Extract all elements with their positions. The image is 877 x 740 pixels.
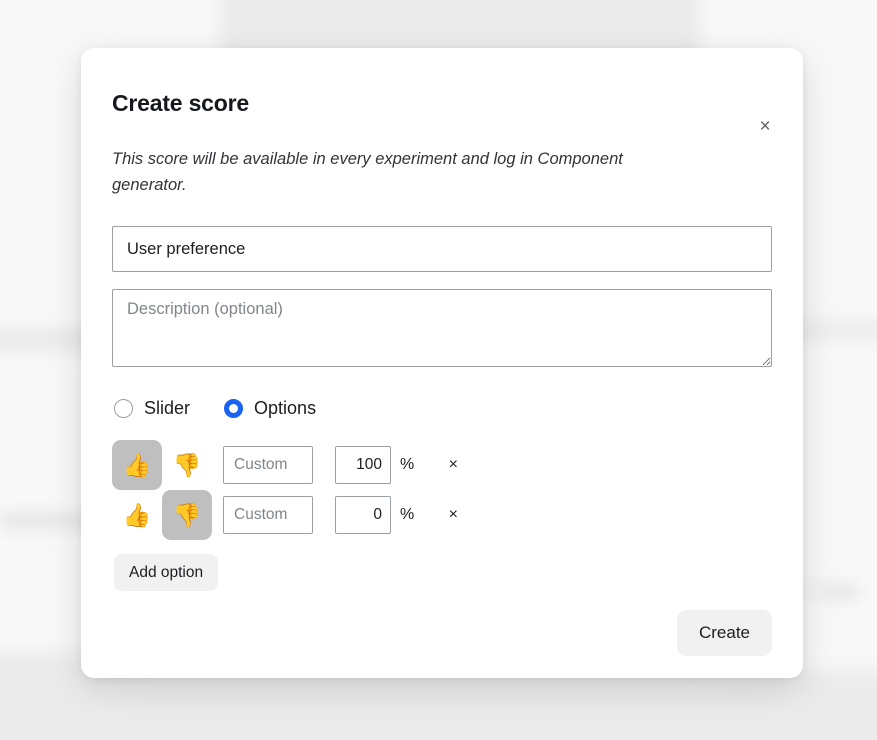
- dialog-footer: Create: [112, 610, 772, 656]
- dialog-description: This score will be available in every ex…: [112, 147, 702, 198]
- score-type-radio-group: Slider Options: [112, 398, 772, 419]
- radio-option-options[interactable]: Options: [224, 398, 316, 419]
- percent-label: %: [400, 456, 414, 474]
- thumbs-down-icon-button[interactable]: 👎: [162, 440, 212, 490]
- option-row: 👍 👎 % ×: [112, 490, 772, 540]
- radio-label-options: Options: [254, 398, 316, 419]
- option-value-input[interactable]: [335, 446, 391, 484]
- remove-option-icon[interactable]: ×: [442, 454, 464, 476]
- radio-option-slider[interactable]: Slider: [114, 398, 190, 419]
- add-option-button[interactable]: Add option: [114, 554, 218, 591]
- thumbs-down-icon-button[interactable]: 👎: [162, 490, 212, 540]
- score-description-input[interactable]: [112, 289, 772, 367]
- option-value-input[interactable]: [335, 496, 391, 534]
- create-button[interactable]: Create: [677, 610, 772, 656]
- page-title: Create score: [112, 78, 772, 117]
- backdrop-bar: [140, 690, 780, 700]
- thumbs-up-icon-button[interactable]: 👍: [112, 440, 162, 490]
- radio-icon-slider: [114, 399, 133, 418]
- create-score-dialog: Create score × This score will be availa…: [81, 48, 803, 678]
- custom-label-input[interactable]: [223, 496, 313, 534]
- score-name-input[interactable]: [112, 226, 772, 272]
- remove-option-icon[interactable]: ×: [442, 504, 464, 526]
- thumbs-up-icon-button[interactable]: 👍: [112, 490, 162, 540]
- close-icon[interactable]: ×: [751, 112, 779, 140]
- option-row: 👍 👎 % ×: [112, 440, 772, 490]
- percent-label: %: [400, 506, 414, 524]
- radio-icon-options: [224, 399, 243, 418]
- options-list: 👍 👎 % × 👍 👎 % ×: [112, 440, 772, 540]
- backdrop-bar: [820, 585, 860, 599]
- radio-label-slider: Slider: [144, 398, 190, 419]
- custom-label-input[interactable]: [223, 446, 313, 484]
